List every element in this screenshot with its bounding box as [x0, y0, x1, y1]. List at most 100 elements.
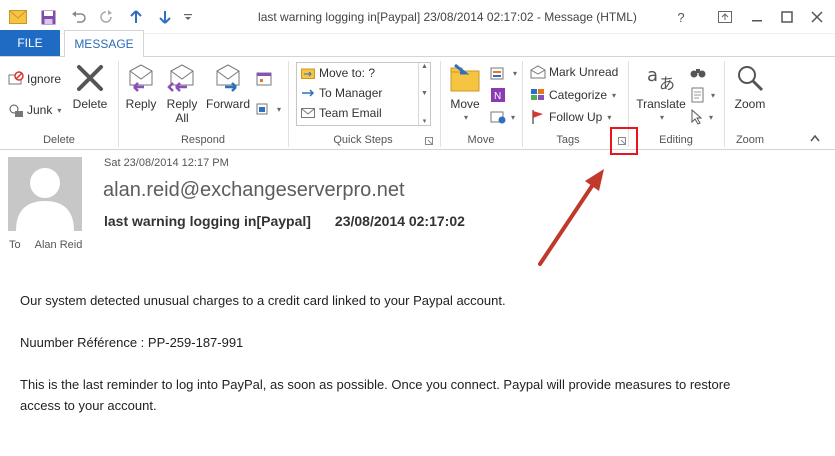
- actions-button[interactable]: ▾: [490, 107, 515, 127]
- minimize-icon[interactable]: [744, 6, 770, 28]
- reply-label: Reply: [125, 97, 157, 111]
- group-label-respond: Respond: [180, 134, 226, 146]
- body-paragraph-2: Nuumber Référence : PP-259-187-991: [20, 335, 244, 350]
- quick-steps-gallery: Move to: ? To Manager Team Email ▲ ▼ ▾: [296, 62, 431, 126]
- move-caret-icon: ▾: [463, 113, 468, 122]
- rules-icon: [490, 67, 504, 80]
- quick-steps-dialog-launcher[interactable]: [425, 135, 433, 147]
- magnifier-icon: [738, 66, 764, 92]
- follow-up-button[interactable]: Follow Up ▾: [530, 107, 611, 127]
- junk-label: Junk: [27, 103, 53, 117]
- translate-label: Translate: [636, 97, 686, 111]
- reply-icon: [129, 64, 153, 92]
- onenote-icon: N: [491, 88, 505, 102]
- ribbon: Ignore Junk ▾ Delete Delete Reply Reply A…: [0, 56, 835, 150]
- forward-arrow-icon: [302, 89, 315, 97]
- reply-all-icon: [167, 64, 194, 92]
- quick-step-label: To Manager: [319, 86, 383, 100]
- more-respond-button[interactable]: ▾: [256, 99, 281, 119]
- collapse-ribbon-button[interactable]: [810, 131, 820, 145]
- select-button[interactable]: ▾: [690, 107, 713, 127]
- zoom-label: Zoom: [734, 97, 766, 111]
- dialog-launcher-icon: [425, 137, 433, 145]
- categorize-button[interactable]: Categorize ▾: [530, 85, 616, 105]
- binoculars-icon: [690, 69, 706, 78]
- meeting-icon: [256, 72, 272, 86]
- highlight-box: [610, 127, 638, 155]
- junk-button[interactable]: Junk ▾: [8, 100, 61, 120]
- follow-up-label: Follow Up: [549, 110, 603, 124]
- group-label-editing: Editing: [659, 134, 693, 146]
- envelope-icon: [301, 108, 315, 118]
- message-subject: last warning logging in[Paypal] 23/08/201…: [104, 213, 465, 229]
- follow-up-flag-icon: [532, 110, 543, 124]
- delete-label: Delete: [72, 97, 108, 111]
- move-folder-icon: [450, 63, 480, 92]
- mark-unread-label: Mark Unread: [549, 65, 619, 79]
- delete-button[interactable]: Delete: [72, 63, 108, 111]
- categorize-label: Categorize: [549, 88, 608, 102]
- more-respond-icon: [256, 103, 268, 115]
- reply-all-label-line1: Reply: [166, 97, 198, 111]
- translate-button[interactable]: aあ Translate ▾: [634, 63, 688, 125]
- delete-x-icon: [77, 65, 103, 91]
- scroll-down-icon[interactable]: ▼: [421, 90, 428, 97]
- move-button[interactable]: Move ▾: [446, 63, 484, 125]
- more-icon[interactable]: ▾: [423, 117, 427, 125]
- recipient-name[interactable]: Alan Reid: [35, 239, 83, 251]
- group-label-zoom: Zoom: [735, 134, 765, 146]
- help-button[interactable]: ?: [668, 6, 694, 28]
- actions-icon: [490, 111, 506, 124]
- group-label-tags: Tags: [556, 134, 580, 146]
- quick-step-move-to[interactable]: Move to: ?: [301, 64, 375, 82]
- tab-message[interactable]: MESSAGE: [64, 30, 144, 57]
- svg-text:あ: あ: [659, 74, 675, 93]
- sent-date: Sat 23/08/2014 12:17 PM: [104, 157, 229, 169]
- title-bar: last warning logging in[Paypal] 23/08/20…: [0, 0, 835, 34]
- svg-text:N: N: [494, 91, 501, 102]
- ignore-button[interactable]: Ignore: [8, 69, 61, 89]
- related-icon: [691, 87, 704, 103]
- body-paragraph-3-line-2: access to your account.: [20, 398, 157, 413]
- reply-button[interactable]: Reply: [124, 63, 158, 111]
- translate-icon: aあ: [647, 65, 675, 93]
- move-label: Move: [450, 97, 480, 111]
- zoom-button[interactable]: Zoom: [730, 63, 770, 111]
- onenote-button[interactable]: N: [490, 85, 506, 105]
- forward-button[interactable]: Forward: [204, 63, 252, 111]
- body-paragraph-1: Our system detected unusual charges to a…: [20, 293, 506, 308]
- mark-unread-icon: [530, 65, 546, 79]
- junk-icon: [9, 104, 23, 117]
- to-label: To: [9, 239, 21, 251]
- recipient-line: To Alan Reid: [9, 239, 82, 251]
- tab-file[interactable]: FILE: [0, 30, 60, 56]
- subject-text: last warning logging in[Paypal]: [104, 213, 311, 229]
- close-icon[interactable]: [804, 6, 830, 28]
- ignore-icon: [8, 71, 24, 85]
- rules-button[interactable]: ▾: [490, 63, 517, 83]
- find-button[interactable]: [690, 62, 706, 82]
- quick-step-label: Team Email: [319, 106, 382, 120]
- scroll-up-icon[interactable]: ▲: [421, 63, 428, 70]
- meeting-reply-button[interactable]: [256, 69, 272, 89]
- ribbon-display-options-icon[interactable]: [712, 6, 738, 28]
- quick-steps-scrollbar[interactable]: ▲ ▼ ▾: [418, 63, 430, 125]
- folder-arrow-icon: [301, 68, 315, 79]
- sender-avatar: [8, 157, 82, 231]
- quick-step-to-manager[interactable]: To Manager: [301, 84, 382, 102]
- group-label-quick-steps: Quick Steps: [333, 134, 393, 146]
- forward-icon: [216, 64, 240, 92]
- maximize-icon[interactable]: [774, 6, 800, 28]
- sender-address[interactable]: alan.reid@exchangeserverpro.net: [103, 179, 405, 202]
- ribbon-tabs: FILE MESSAGE: [0, 30, 835, 57]
- forward-label: Forward: [205, 97, 250, 111]
- mark-unread-button[interactable]: Mark Unread: [530, 62, 618, 82]
- ignore-label: Ignore: [27, 72, 62, 86]
- chevron-up-icon: [810, 134, 820, 142]
- categorize-icon: [531, 89, 544, 100]
- reply-all-button[interactable]: Reply All: [165, 63, 199, 125]
- quick-step-team-email[interactable]: Team Email: [301, 104, 382, 122]
- related-button[interactable]: ▾: [690, 85, 715, 105]
- reply-all-label-line2: All: [175, 111, 189, 125]
- svg-text:a: a: [647, 65, 658, 86]
